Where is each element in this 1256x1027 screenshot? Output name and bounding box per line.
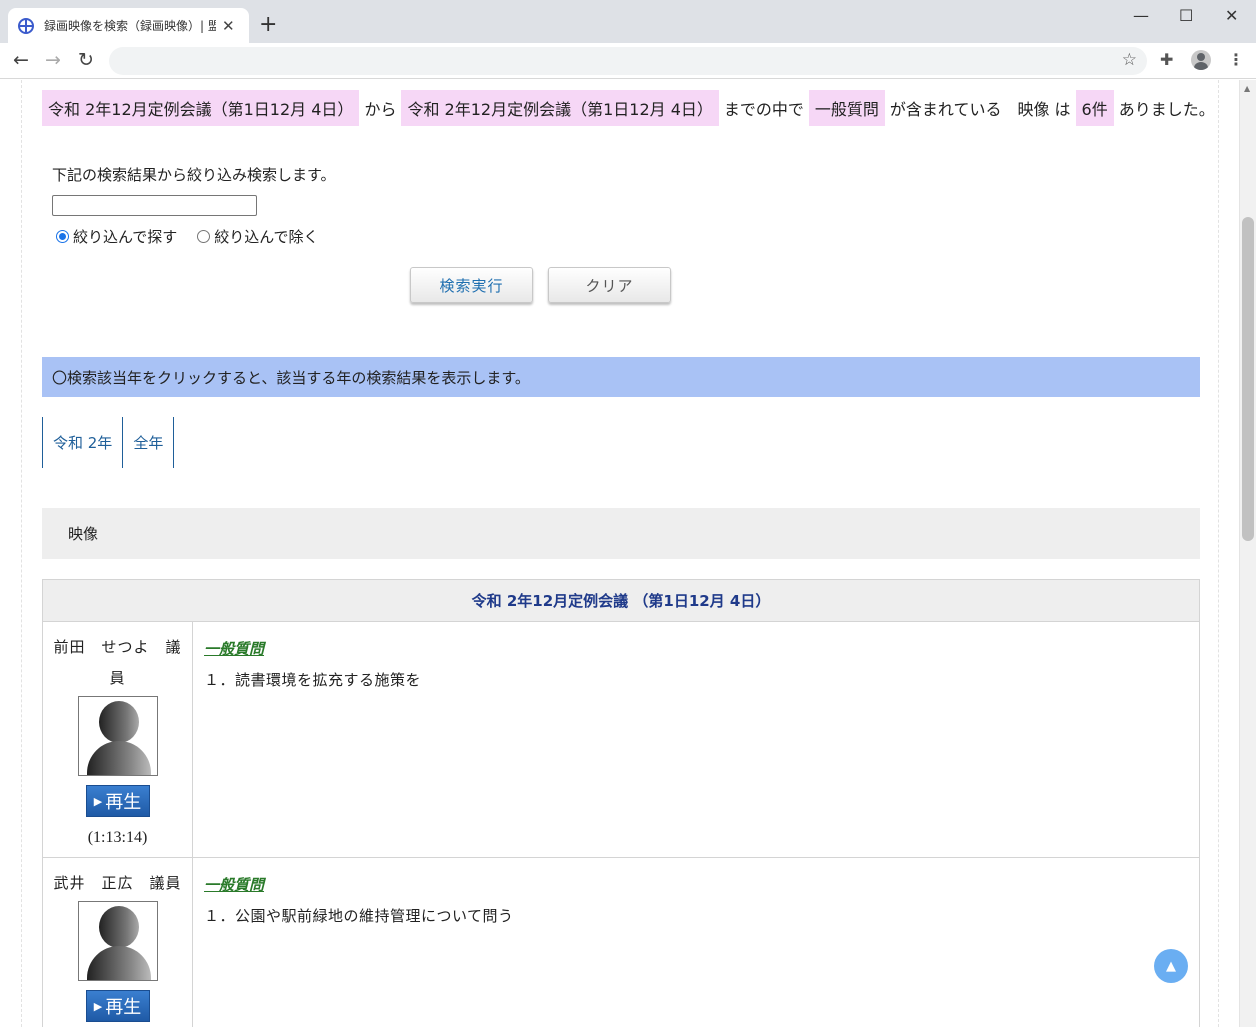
- new-tab-icon[interactable]: +: [259, 12, 277, 37]
- page-viewport: 令和 2年12月定例会議（第1日12月 4日） から 令和 2年12月定例会議（…: [0, 80, 1239, 1027]
- topic-cell: 一般質問 １．公園や駅前緑地の維持管理について問う: [193, 858, 1199, 1027]
- session-header[interactable]: 令和 2年12月定例会議 （第1日12月 4日）: [43, 580, 1199, 622]
- minimize-icon[interactable]: —: [1133, 6, 1149, 25]
- forward-arrow-icon[interactable]: →: [45, 49, 61, 71]
- summary-contains-word: が含まれている 映像 は: [889, 100, 1071, 119]
- summary-to-session: 令和 2年12月定例会議（第1日12月 4日）: [401, 90, 719, 126]
- results-table: 令和 2年12月定例会議 （第1日12月 4日） 前田 せつよ 議員 ▶ 再生 …: [42, 579, 1200, 1027]
- topic-link[interactable]: 一般質問: [204, 640, 264, 658]
- tab-close-icon[interactable]: ✕: [222, 17, 235, 35]
- speaker-name: 武井 正広 議員: [53, 874, 182, 892]
- play-triangle-icon: ▶: [93, 999, 103, 1013]
- section-title: 映像: [42, 508, 1200, 559]
- play-label: 再生: [105, 997, 142, 1018]
- window-close-icon[interactable]: ✕: [1225, 6, 1238, 25]
- topic-item: １．公園や駅前緑地の維持管理について問う: [204, 907, 514, 925]
- radio-exclude-label[interactable]: 絞り込んで除く: [214, 226, 318, 247]
- topic-item: １．読書環境を拡充する施策を: [204, 671, 422, 689]
- refine-label: 下記の検索結果から絞り込み検索します。: [52, 166, 336, 184]
- radio-include-label[interactable]: 絞り込んで探す: [73, 226, 177, 247]
- maximize-icon[interactable]: ☐: [1179, 6, 1193, 25]
- video-duration: (1:13:14): [87, 829, 148, 846]
- bookmark-star-icon[interactable]: ☆: [1122, 50, 1137, 70]
- clear-button[interactable]: クリア: [548, 267, 671, 303]
- back-arrow-icon[interactable]: ←: [13, 49, 29, 71]
- browser-toolbar: ← → ↻ ☆ ✚ ⋮: [0, 43, 1256, 79]
- speaker-portrait-icon: [77, 696, 158, 776]
- play-button[interactable]: ▶ 再生: [85, 785, 150, 817]
- summary-from-session: 令和 2年12月定例会議（第1日12月 4日）: [42, 90, 360, 126]
- summary-keyword: 一般質問: [808, 90, 885, 126]
- profile-avatar-icon[interactable]: [1191, 50, 1211, 70]
- search-summary: 令和 2年12月定例会議（第1日12月 4日） から 令和 2年12月定例会議（…: [42, 90, 1220, 126]
- summary-from-word: から: [364, 100, 397, 119]
- year-info-bar: 〇検索該当年をクリックすると、該当する年の検索結果を表示します。: [42, 357, 1200, 397]
- table-row: 前田 せつよ 議員 ▶ 再生 (1:13:14) 一般質問 １．読書環境を拡充す…: [43, 622, 1199, 858]
- table-row: 武井 正広 議員 ▶ 再生 一般質問 １．公園や駅前緑地の維持管理について問う: [43, 858, 1199, 1027]
- year-tab-reiwa2[interactable]: 令和 2年: [42, 417, 122, 468]
- search-button[interactable]: 検索実行: [410, 267, 533, 303]
- scroll-to-top-chevron-icon[interactable]: ▲: [1154, 949, 1188, 983]
- page-content: 令和 2年12月定例会議（第1日12月 4日） から 令和 2年12月定例会議（…: [21, 80, 1219, 1027]
- topic-link[interactable]: 一般質問: [204, 876, 264, 894]
- speaker-name: 前田 せつよ 議員: [53, 638, 182, 687]
- play-button[interactable]: ▶ 再生: [85, 990, 150, 1022]
- topic-cell: 一般質問 １．読書環境を拡充する施策を: [193, 622, 1199, 857]
- play-triangle-icon: ▶: [93, 794, 103, 808]
- scroll-thumb[interactable]: [1242, 217, 1254, 541]
- reload-icon[interactable]: ↻: [78, 49, 94, 71]
- speaker-cell: 武井 正広 議員 ▶ 再生: [43, 858, 193, 1027]
- menu-dots-icon[interactable]: ⋮: [1228, 50, 1244, 69]
- radio-include[interactable]: [56, 230, 69, 243]
- year-tab-all[interactable]: 全年: [122, 417, 175, 468]
- year-tabs: 令和 2年 全年: [42, 417, 175, 468]
- refine-search-input[interactable]: [52, 195, 257, 216]
- radio-exclude[interactable]: [197, 230, 211, 243]
- browser-tab[interactable]: 録画映像を検索（録画映像）| 盟 ✕: [8, 8, 249, 43]
- site-favicon-icon: [18, 17, 34, 34]
- speaker-portrait-icon: [77, 901, 158, 981]
- summary-count: 6件: [1075, 90, 1114, 126]
- summary-until-word: までの中で: [723, 100, 804, 119]
- extensions-puzzle-icon[interactable]: ✚: [1160, 50, 1173, 69]
- tab-title: 録画映像を検索（録画映像）| 盟: [44, 19, 216, 33]
- address-bar[interactable]: ☆: [109, 47, 1147, 75]
- speaker-cell: 前田 せつよ 議員 ▶ 再生 (1:13:14): [43, 622, 193, 857]
- scroll-up-arrow-icon[interactable]: ▲: [1244, 84, 1250, 93]
- summary-tail: ありました。: [1118, 100, 1215, 119]
- refine-mode-radios: 絞り込んで探す 絞り込んで除く: [56, 226, 339, 247]
- browser-tab-strip: 録画映像を検索（録画映像）| 盟 ✕ + — ☐ ✕: [0, 0, 1256, 43]
- page-scrollbar[interactable]: ▲: [1239, 80, 1256, 1027]
- play-label: 再生: [105, 792, 142, 813]
